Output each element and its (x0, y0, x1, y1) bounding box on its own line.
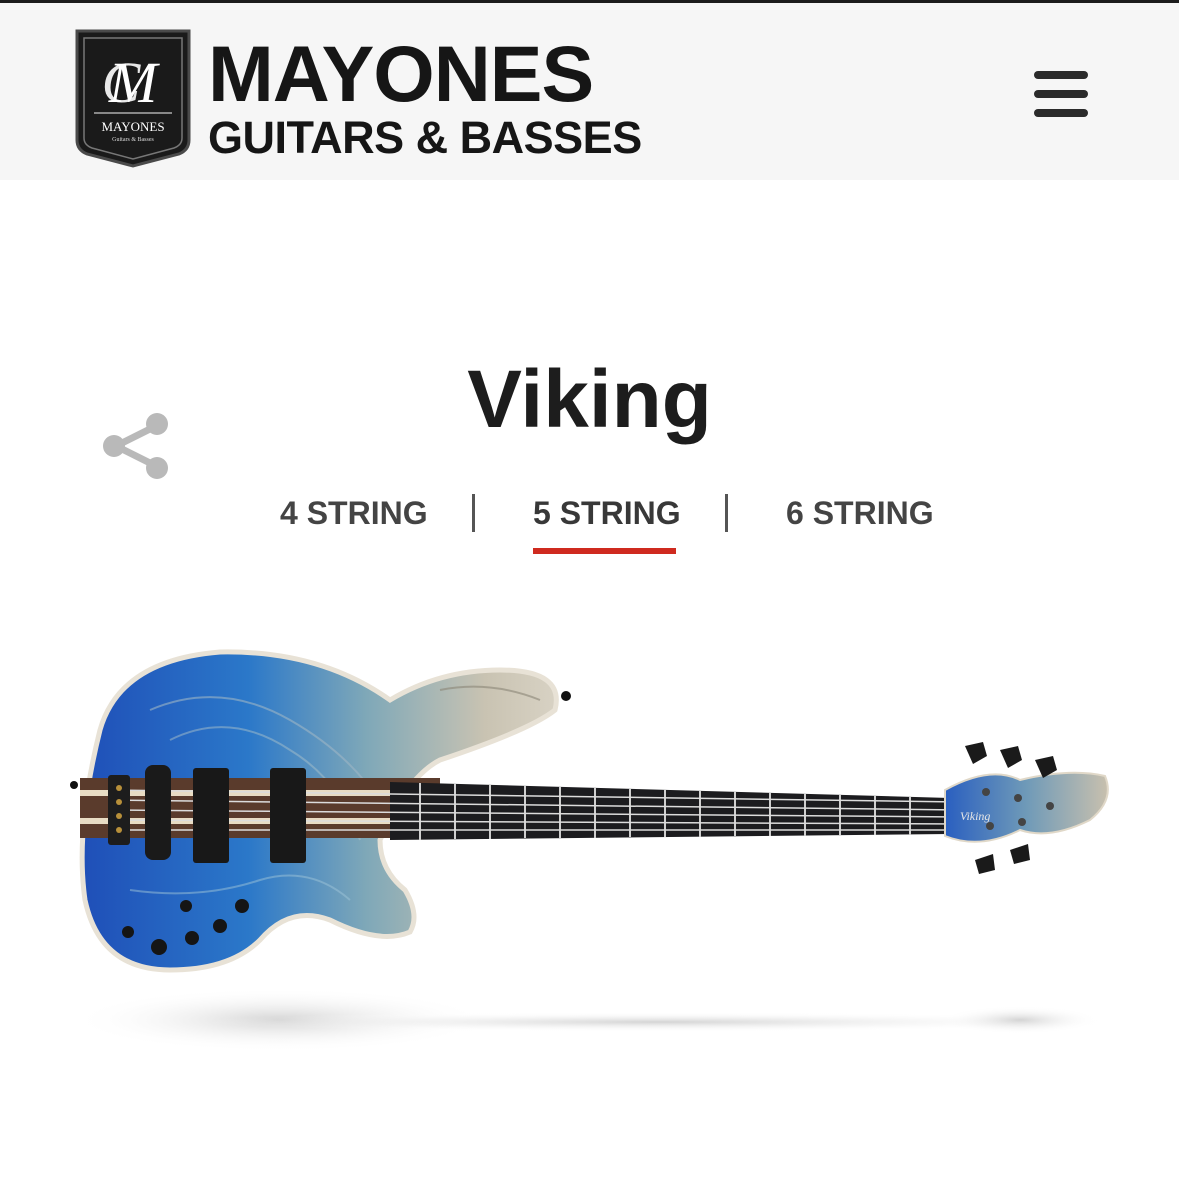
hamburger-menu-icon[interactable] (1028, 65, 1094, 123)
site-header: M C MAYONES Guitars & Basses MAYONES GUI… (0, 3, 1179, 180)
logo-wordmark: MAYONES (208, 29, 594, 118)
active-tab-indicator (533, 548, 676, 554)
string-count-tabs: 4 STRING 5 STRING 6 STRING (0, 488, 1179, 558)
headstock-logo: Viking (960, 809, 990, 823)
bass-guitar-image[interactable]: Viking (60, 640, 1120, 1070)
tab-separator (472, 494, 475, 532)
mayones-badge-logo-icon: M C MAYONES Guitars & Basses (75, 29, 191, 168)
share-icon[interactable] (102, 412, 172, 480)
tab-separator (725, 494, 728, 532)
tab-5-string[interactable]: 5 STRING (533, 488, 681, 538)
logo-tagline: GUITARS & BASSES (208, 112, 642, 163)
badge-text: MAYONES (101, 119, 164, 134)
product-title: Viking (467, 354, 712, 445)
badge-subtext: Guitars & Basses (112, 137, 154, 143)
svg-text:C: C (102, 50, 142, 115)
tab-6-string[interactable]: 6 STRING (786, 488, 934, 538)
site-logo[interactable]: M C MAYONES Guitars & Basses MAYONES GUI… (74, 28, 644, 173)
tab-4-string[interactable]: 4 STRING (280, 488, 428, 538)
